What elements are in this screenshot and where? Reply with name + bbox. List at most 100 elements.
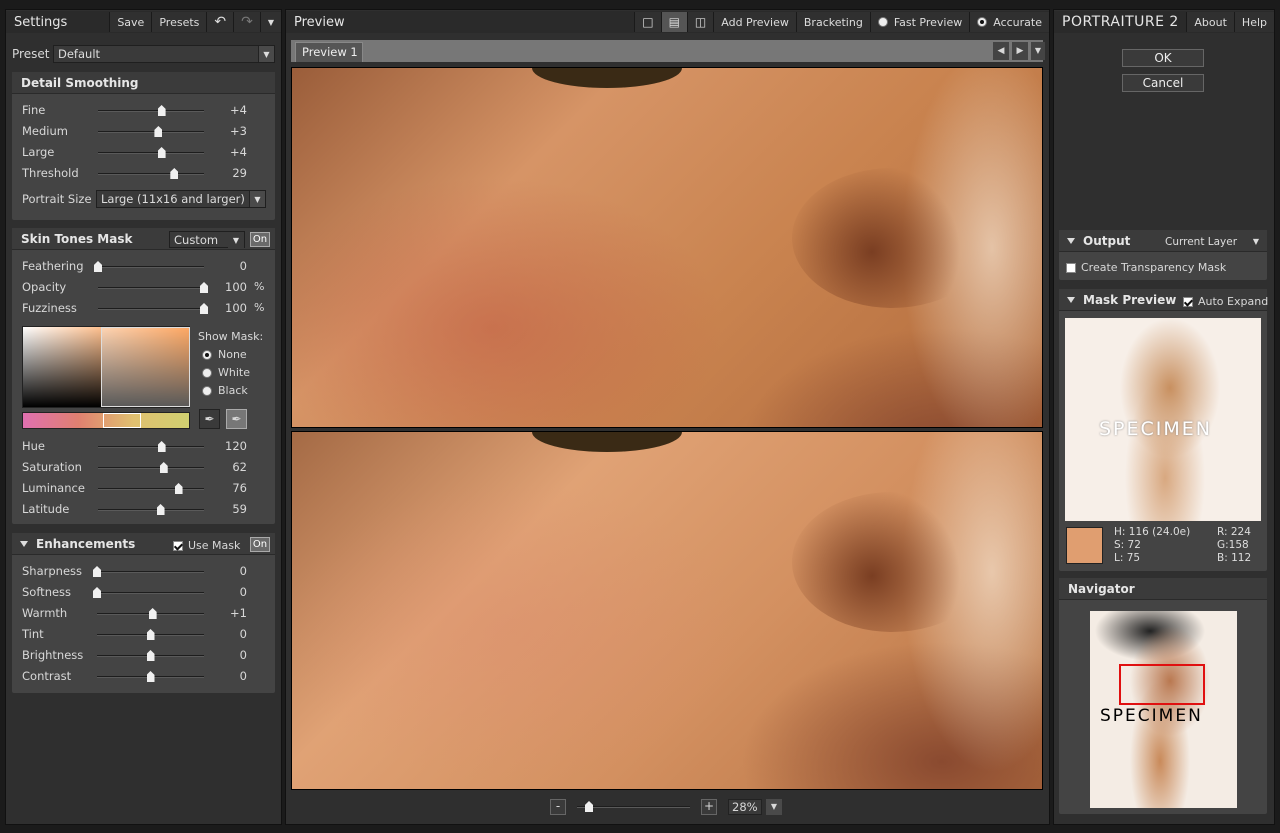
enhancement-slider[interactable] — [97, 650, 204, 661]
transparency-mask-checkbox[interactable]: Create Transparency Mask — [1066, 261, 1226, 274]
product-logo: PORTRAITURE 2 — [1062, 14, 1179, 30]
enhancement-slider[interactable] — [93, 566, 204, 577]
preset-label: Preset — [12, 47, 50, 61]
detail-slider[interactable] — [98, 168, 204, 179]
show-mask-option-label: None — [218, 348, 247, 361]
detail-value: +3 — [230, 124, 247, 138]
output-select[interactable]: Current Layer ▼ — [1161, 233, 1264, 250]
skin-slider[interactable] — [98, 303, 208, 314]
output-title: Output — [1083, 233, 1131, 248]
preview-header: Preview □ ▤ ◫ Add Preview Bracketing Fas… — [286, 11, 1049, 33]
navigator-image[interactable]: SPECIMEN — [1090, 611, 1237, 808]
tab-preview-1[interactable]: Preview 1 — [295, 42, 363, 62]
nose-shape — [792, 492, 992, 632]
enhancement-slider[interactable] — [97, 608, 204, 619]
about-button[interactable]: About — [1186, 12, 1234, 32]
portrait-size-select[interactable]: Large (11x16 and larger) ▼ — [96, 190, 266, 208]
single-view-icon[interactable]: □ — [634, 12, 661, 32]
ok-button[interactable]: OK — [1122, 49, 1204, 67]
color-picker-selection[interactable] — [101, 327, 190, 407]
use-mask-checkbox[interactable]: Use Mask — [173, 539, 240, 552]
enhancement-slider[interactable] — [97, 671, 204, 682]
retouched-preview-image[interactable] — [291, 431, 1043, 790]
split-vertical-icon[interactable]: ◫ — [686, 12, 714, 32]
redo-icon[interactable]: ↷ — [233, 12, 260, 32]
detail-slider[interactable] — [98, 147, 204, 158]
chevron-down-icon: ▼ — [249, 191, 265, 207]
detail-value: 29 — [232, 166, 247, 180]
save-button[interactable]: Save — [109, 12, 152, 32]
nose-shape — [792, 168, 992, 308]
hue-strip-selection[interactable] — [103, 413, 141, 428]
transparency-label: Create Transparency Mask — [1081, 261, 1227, 274]
zoom-out-button[interactable]: - — [550, 799, 566, 815]
show-mask-none-radio[interactable]: None — [202, 348, 247, 361]
split-horizontal-icon[interactable]: ▤ — [660, 12, 687, 32]
settings-menu-icon[interactable]: ▼ — [259, 12, 281, 32]
preview-title: Preview — [294, 14, 345, 30]
tab-next-icon[interactable]: ▶ — [1012, 42, 1028, 60]
checkbox-icon — [173, 541, 183, 551]
hsl-slider[interactable] — [98, 483, 204, 494]
skin-label: Fuzziness — [22, 301, 77, 315]
skin-tones-title: Skin Tones Mask — [21, 231, 133, 246]
hsl-slider[interactable] — [98, 504, 204, 515]
enhancement-value: 0 — [239, 564, 247, 578]
radio-icon — [202, 350, 212, 360]
enhancement-label: Contrast — [22, 669, 72, 683]
add-preview-button[interactable]: Add Preview — [713, 12, 796, 32]
checkbox-icon — [1183, 297, 1193, 307]
enhancement-slider[interactable] — [93, 587, 204, 598]
tab-menu-icon[interactable]: ▼ — [1031, 42, 1045, 60]
detail-smoothing-title: Detail Smoothing — [21, 75, 139, 90]
hsl-slider[interactable] — [98, 441, 204, 452]
enhancement-value: 0 — [239, 648, 247, 662]
cancel-button[interactable]: Cancel — [1122, 74, 1204, 92]
zoom-value[interactable]: 28% — [728, 799, 762, 815]
tab-prev-icon[interactable]: ◀ — [993, 42, 1009, 60]
detail-slider[interactable] — [98, 105, 204, 116]
enhancements-on-button[interactable]: On — [250, 537, 270, 552]
enhancement-slider[interactable] — [97, 629, 204, 640]
zoom-dropdown-icon[interactable]: ▼ — [766, 799, 782, 815]
hsl-label: Saturation — [22, 460, 82, 474]
hsl-slider[interactable] — [98, 462, 204, 473]
skin-value: 0 — [239, 259, 247, 273]
skin-on-button[interactable]: On — [250, 232, 270, 247]
eyedropper-minus-icon[interactable]: ✒ — [226, 409, 247, 429]
detail-label: Threshold — [22, 166, 79, 180]
collapse-icon[interactable] — [20, 540, 28, 547]
skin-slider[interactable] — [94, 261, 204, 272]
navigator-title: Navigator — [1068, 581, 1135, 596]
show-mask-black-radio[interactable]: Black — [202, 384, 248, 397]
help-button[interactable]: Help — [1233, 12, 1274, 32]
enhancement-value: 0 — [239, 627, 247, 641]
accurate-radio[interactable]: Accurate — [969, 12, 1049, 32]
fast-preview-radio[interactable]: Fast Preview — [869, 12, 970, 32]
collapse-icon[interactable] — [1067, 237, 1075, 244]
skin-value: 100 — [225, 301, 247, 315]
bracketing-button[interactable]: Bracketing — [795, 12, 870, 32]
preset-select[interactable]: Default ▼ — [53, 45, 275, 63]
auto-expand-checkbox[interactable]: Auto Expand — [1183, 295, 1268, 308]
hsl-value: 59 — [232, 502, 247, 516]
detail-slider[interactable] — [98, 126, 204, 137]
navigator-viewport-box[interactable] — [1119, 664, 1205, 705]
specimen-watermark: SPECIMEN — [1100, 706, 1203, 726]
skin-mode-select[interactable]: Custom ▼ — [169, 231, 245, 248]
skin-unit: % — [254, 280, 265, 293]
original-preview-image[interactable] — [291, 67, 1043, 428]
zoom-slider[interactable] — [577, 801, 690, 812]
enhancement-value: 0 — [239, 585, 247, 599]
eyedropper-icon[interactable]: ✒ — [199, 409, 220, 429]
zoom-in-button[interactable]: + — [701, 799, 717, 815]
skin-slider[interactable] — [98, 282, 208, 293]
collapse-icon[interactable] — [1067, 296, 1075, 303]
hsl-label: Luminance — [22, 481, 85, 495]
use-mask-label: Use Mask — [188, 539, 241, 552]
presets-button[interactable]: Presets — [151, 12, 207, 32]
chevron-down-icon: ▼ — [1248, 233, 1264, 249]
show-mask-white-radio[interactable]: White — [202, 366, 250, 379]
undo-icon[interactable]: ↶ — [206, 12, 234, 32]
navigator-header: Navigator — [1059, 578, 1267, 600]
